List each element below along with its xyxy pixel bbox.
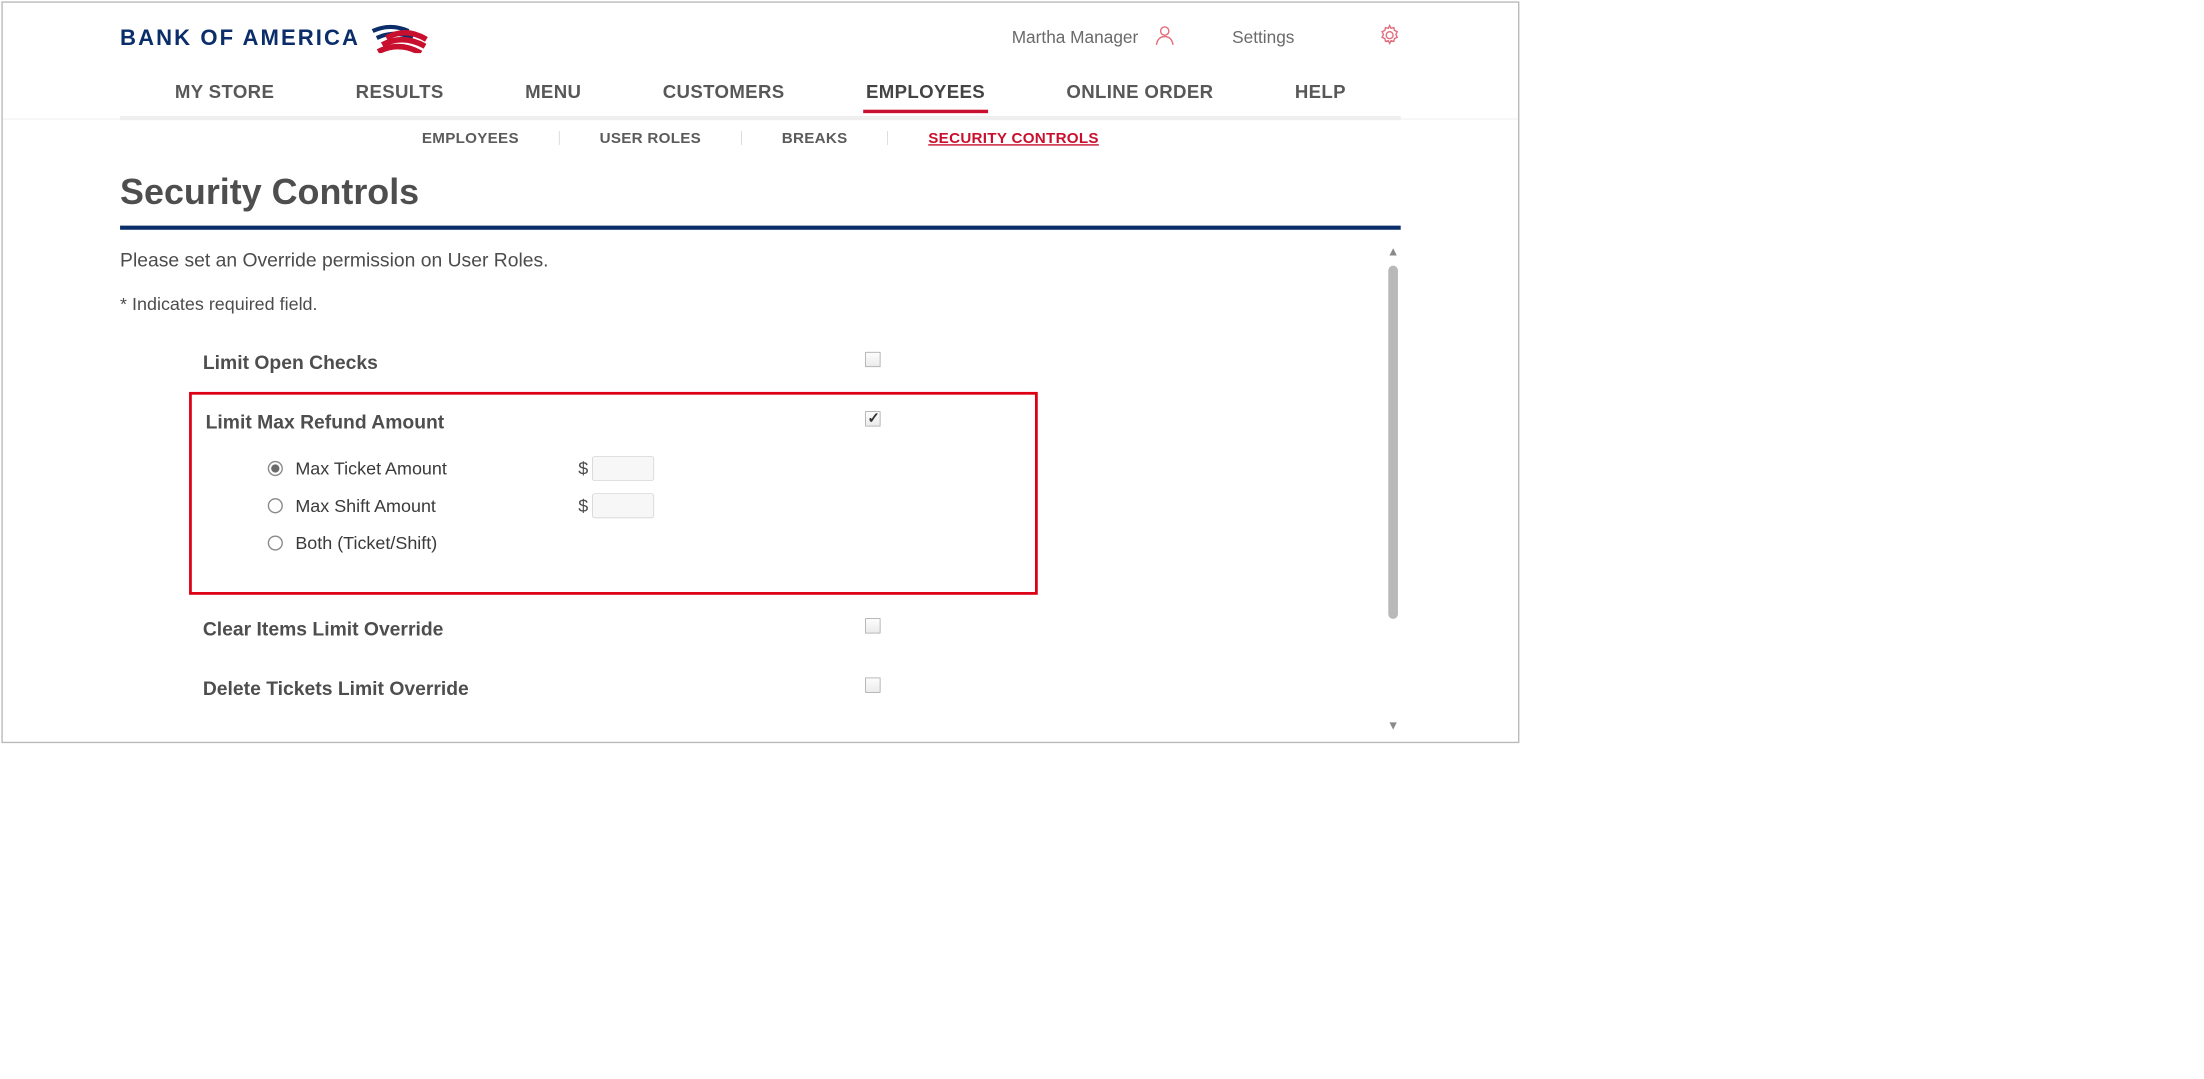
app-frame: BANK OF AMERICA Martha Manager <box>1 1 1519 743</box>
option-both: Both (Ticket/Shift) <box>268 524 1023 561</box>
override-hint: Please set an Override permission on Use… <box>120 249 1373 278</box>
subnav-security-controls[interactable]: SECURITY CONTROLS <box>923 126 1105 149</box>
header-user: Martha Manager Settings <box>1012 24 1401 51</box>
limit-max-refund-checkbox[interactable] <box>865 411 880 426</box>
setting-label: Delete Tickets Limit Override <box>203 678 865 700</box>
page: Security Controls ▲ ▼ Please set an Over… <box>3 158 1518 718</box>
max-shift-radio[interactable] <box>268 498 283 513</box>
subnav-separator <box>741 131 742 145</box>
title-rule <box>120 226 1401 230</box>
sub-nav: EMPLOYEES USER ROLES BREAKS SECURITY CON… <box>3 119 1518 158</box>
tab-results[interactable]: RESULTS <box>353 75 447 114</box>
currency-symbol: $ <box>578 495 588 516</box>
scroll-down-icon[interactable]: ▼ <box>1387 719 1399 731</box>
required-note: * Indicates required field. <box>120 278 1373 341</box>
setting-label: Clear Items Limit Override <box>203 618 865 640</box>
currency-symbol: $ <box>578 458 588 479</box>
tab-menu[interactable]: MENU <box>522 75 584 114</box>
tab-customers[interactable]: CUSTOMERS <box>660 75 787 114</box>
tab-my-store[interactable]: MY STORE <box>172 75 277 114</box>
content-area: ▲ ▼ Please set an Override permission on… <box>120 249 1401 718</box>
scroll-track[interactable] <box>1388 262 1398 715</box>
subnav-breaks[interactable]: BREAKS <box>776 126 853 149</box>
tab-online-order[interactable]: ONLINE ORDER <box>1064 75 1217 114</box>
tab-help[interactable]: HELP <box>1292 75 1349 114</box>
max-shift-amount-input[interactable] <box>592 493 654 518</box>
gear-icon[interactable] <box>1379 24 1401 51</box>
max-ticket-radio[interactable] <box>268 461 283 476</box>
setting-limit-open-checks: Limit Open Checks <box>120 341 1373 392</box>
setting-limit-max-refund: Limit Max Refund Amount <box>192 407 1023 443</box>
highlight-limit-max-refund: Limit Max Refund Amount Max Ticket Amoun… <box>189 392 1038 595</box>
brand-name: BANK OF AMERICA <box>120 24 360 50</box>
brand-flag-icon <box>370 21 428 53</box>
delete-tickets-override-checkbox[interactable] <box>865 678 880 693</box>
setting-clear-items-override: Clear Items Limit Override <box>120 595 1373 658</box>
tab-employees[interactable]: EMPLOYEES <box>863 75 988 114</box>
header: BANK OF AMERICA Martha Manager <box>3 3 1518 65</box>
both-radio[interactable] <box>268 535 283 550</box>
max-ticket-amount-input[interactable] <box>592 456 654 481</box>
page-title: Security Controls <box>120 158 1401 226</box>
settings-link[interactable]: Settings <box>1232 27 1294 47</box>
limit-open-checks-checkbox[interactable] <box>865 352 880 367</box>
radio-label: Both (Ticket/Shift) <box>295 532 578 553</box>
radio-label: Max Shift Amount <box>295 495 578 516</box>
setting-delete-tickets-override: Delete Tickets Limit Override <box>120 658 1373 717</box>
subnav-separator <box>559 131 560 145</box>
user-name[interactable]: Martha Manager <box>1012 27 1139 47</box>
brand[interactable]: BANK OF AMERICA <box>120 21 428 53</box>
subnav-employees[interactable]: EMPLOYEES <box>416 126 524 149</box>
scroll-thumb[interactable] <box>1388 266 1398 620</box>
setting-label: Limit Max Refund Amount <box>206 411 866 433</box>
clear-items-override-checkbox[interactable] <box>865 618 880 633</box>
subnav-separator <box>888 131 889 145</box>
option-max-shift: Max Shift Amount $ <box>268 487 1023 524</box>
refund-options: Max Ticket Amount $ Max Shift Amount $ B… <box>192 443 1023 562</box>
person-icon[interactable] <box>1153 24 1175 51</box>
setting-label: Limit Open Checks <box>203 352 865 374</box>
main-nav: MY STORE RESULTS MENU CUSTOMERS EMPLOYEE… <box>3 65 1518 120</box>
scrollbar[interactable]: ▲ ▼ <box>1386 245 1401 731</box>
option-max-ticket: Max Ticket Amount $ <box>268 450 1023 487</box>
scroll-up-icon[interactable]: ▲ <box>1387 245 1399 257</box>
subnav-user-roles[interactable]: USER ROLES <box>594 126 706 149</box>
radio-label: Max Ticket Amount <box>295 458 578 479</box>
